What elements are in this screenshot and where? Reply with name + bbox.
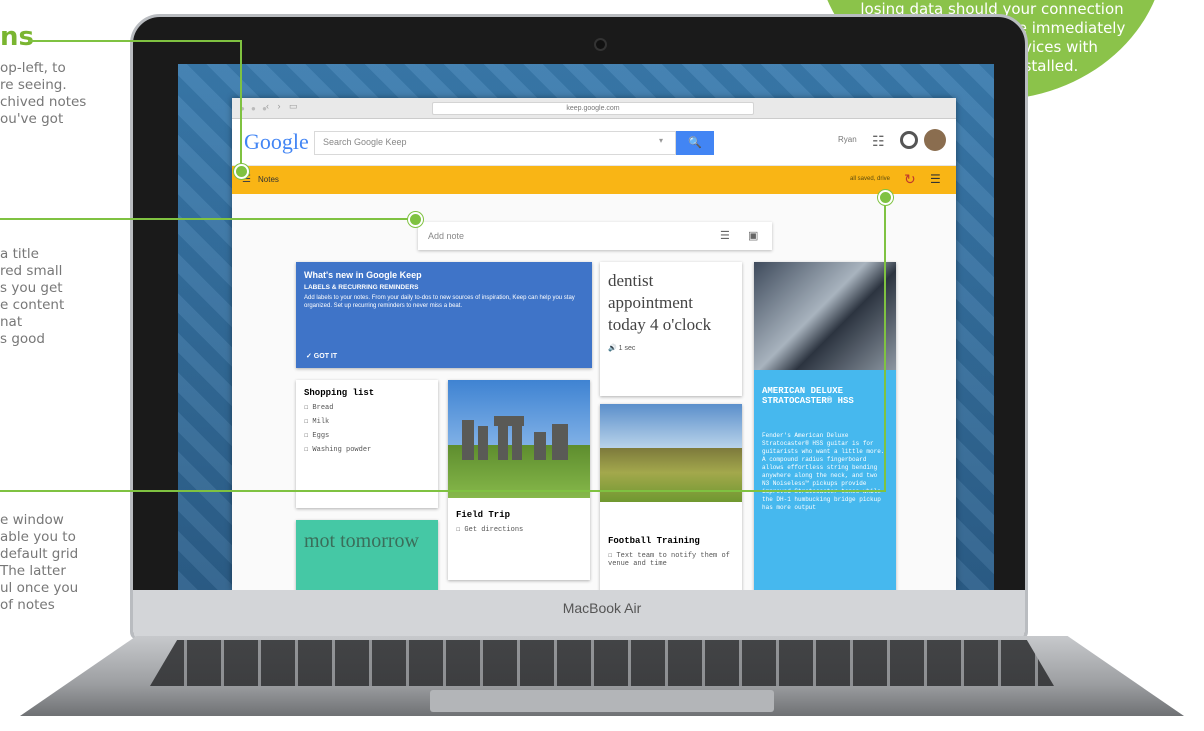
google-logo[interactable]: Google [244, 129, 309, 155]
search-button[interactable]: 🔍 [676, 131, 714, 155]
item-label: Get directions [464, 526, 524, 534]
audio-clip[interactable]: 🔊 1 sec [608, 344, 734, 352]
annotation-title: ns [0, 22, 34, 52]
keyboard [150, 640, 1054, 686]
card-subtitle: LABELS & RECURRING REMINDERS [304, 284, 419, 291]
card-title: What's new in Google Keep [304, 270, 422, 280]
refresh-icon[interactable]: ↻ [904, 171, 916, 188]
notifications-icon[interactable] [900, 131, 918, 149]
annotation-line: op-left, to [0, 60, 66, 76]
new-list-icon[interactable]: ☰ [720, 229, 730, 242]
add-note-placeholder: Add note [428, 231, 465, 241]
search-input[interactable]: Search Google Keep ▾ [314, 131, 676, 155]
stonehenge-image [448, 380, 590, 498]
laptop-brand: MacBook Air [562, 600, 642, 616]
item-label: Bread [312, 404, 334, 412]
user-name[interactable]: Ryan [838, 135, 857, 144]
annotation-line: able you to [0, 529, 76, 545]
avatar[interactable] [924, 129, 946, 151]
annotation-line: s good [0, 331, 45, 347]
football-training-card[interactable]: Football Training ☐ Text team to notify … [600, 404, 742, 590]
annotation-top: op-left, to re seeing. chived notes ou'v… [0, 60, 140, 128]
field-image [600, 404, 742, 502]
add-note-input[interactable]: Add note ☰ ▣ [418, 222, 772, 250]
card-body: Add labels to your notes. From your dail… [304, 295, 575, 309]
note-text: dentist appointment today 4 o'clock [608, 271, 712, 334]
leader-line [240, 40, 242, 170]
annotation-line: red small [0, 263, 63, 279]
mot-note-card[interactable]: mot tomorrow [296, 520, 438, 590]
annotation-line: a title [0, 246, 39, 262]
leader-line [884, 196, 886, 492]
item-label: Eggs [312, 432, 330, 440]
annotation-line: e window [0, 512, 64, 528]
card-body: Fender's American Deluxe Stratocaster® H… [762, 432, 885, 511]
card-title: Field Trip [456, 510, 511, 520]
got-it-button[interactable]: ✓ GOT IT [306, 352, 337, 360]
dentist-note-card[interactable]: dentist appointment today 4 o'clock 🔊 1 … [600, 262, 742, 396]
annotation-line: default grid [0, 546, 79, 562]
annotation-bottom: e window able you to default grid The la… [0, 512, 140, 614]
camera-icon [596, 40, 605, 49]
annotation-line: of notes [0, 597, 55, 613]
field-trip-card[interactable]: Field Trip ☐ Get directions [448, 380, 590, 580]
annotation-line: The latter [0, 563, 66, 579]
list-view-icon[interactable]: ☰ [930, 172, 941, 186]
checklist-item[interactable]: ☐ Text team to notify them of venue and … [608, 551, 734, 568]
item-label: Text team to notify them of venue and ti… [608, 552, 730, 568]
whats-new-card[interactable]: What's new in Google Keep LABELS & RECUR… [296, 262, 592, 368]
annotation-line: re seeing. [0, 77, 67, 93]
annotation-line: nat [0, 314, 23, 330]
checklist-item[interactable]: ☐ Bread [304, 403, 430, 412]
card-title: Shopping list [304, 388, 375, 398]
checklist-item[interactable]: ☐ Eggs [304, 431, 430, 440]
leader-line [0, 490, 886, 492]
checklist-item[interactable]: ☐ Milk [304, 417, 430, 426]
keep-header: Google Search Google Keep ▾ 🔍 Ryan ☷ [232, 119, 956, 166]
checklist-item[interactable]: ☐ Washing powder [304, 445, 430, 454]
card-title: Football Training [608, 536, 700, 546]
item-label: Milk [312, 418, 330, 426]
shopping-list-card[interactable]: Shopping list ☐ Bread ☐ Milk ☐ Eggs ☐ Wa… [296, 380, 438, 508]
browser-window: ● ● ● ‹ › ▭ keep.google.com Google Searc… [232, 98, 956, 590]
chevron-down-icon[interactable]: ▾ [659, 136, 663, 145]
nav-buttons[interactable]: ‹ › ▭ [266, 101, 301, 112]
annotation-line: ul once you [0, 580, 79, 596]
section-title: Notes [258, 175, 279, 184]
search-placeholder: Search Google Keep [323, 137, 407, 147]
leader-dot [408, 212, 423, 227]
new-image-icon[interactable]: ▣ [748, 229, 758, 242]
trackpad [430, 690, 774, 712]
leader-line [0, 218, 414, 220]
guitar-image [754, 262, 896, 370]
address-bar[interactable]: keep.google.com [432, 102, 754, 115]
browser-chrome: ● ● ● ‹ › ▭ keep.google.com [232, 98, 956, 119]
laptop-screen: ● ● ● ‹ › ▭ keep.google.com Google Searc… [178, 64, 994, 590]
card-title: AMERICAN DELUXE STRATOCASTER® HSS [762, 386, 854, 406]
note-text: mot tomorrow [304, 530, 419, 552]
apps-grid-icon[interactable]: ☷ [872, 133, 885, 150]
annotation-line: chived notes [0, 94, 87, 110]
leader-line [28, 40, 242, 42]
item-label: Washing powder [312, 446, 372, 454]
annotation-line: e content [0, 297, 65, 313]
save-status: all saved, drive [850, 176, 891, 182]
annotation-line: s you get [0, 280, 63, 296]
leader-dot [878, 190, 893, 205]
annotation-middle: a title red small s you get e content na… [0, 246, 140, 348]
window-controls[interactable]: ● ● ● [240, 104, 269, 113]
checklist-item[interactable]: ☐ Get directions [456, 525, 582, 534]
annotation-line: ou've got [0, 111, 64, 127]
leader-dot [234, 164, 249, 179]
guitar-note-card[interactable]: AMERICAN DELUXE STRATOCASTER® HSS Fender… [754, 262, 896, 590]
keep-toolbar: ☰ Notes all saved, drive ↻ ☰ [232, 166, 956, 194]
